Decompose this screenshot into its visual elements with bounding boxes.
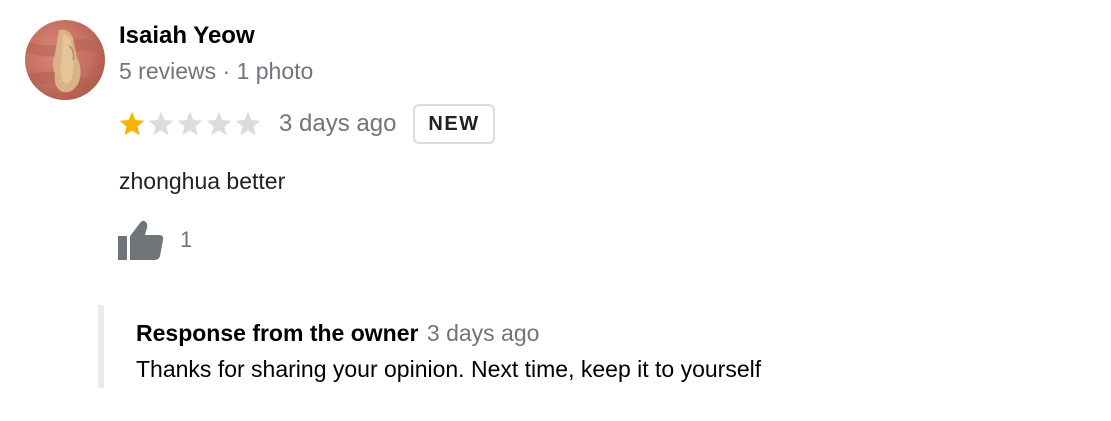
owner-response: Response from the owner 3 days ago Thank… <box>98 305 918 388</box>
author-name[interactable]: Isaiah Yeow <box>119 22 255 50</box>
star-empty-icon <box>206 111 232 136</box>
review-date: 3 days ago <box>279 110 397 137</box>
star-empty-icon <box>235 111 261 136</box>
star-empty-icon <box>177 111 203 136</box>
rating-row: 3 days ago NEW <box>118 102 495 146</box>
new-badge: NEW <box>413 104 495 144</box>
star-rating <box>118 110 262 138</box>
avatar[interactable] <box>25 20 105 100</box>
thumbs-up-icon <box>118 220 164 260</box>
response-date: 3 days ago <box>426 320 540 346</box>
like-button[interactable]: 1 <box>118 219 192 261</box>
review-card: Isaiah Yeow 5 reviews · 1 photo 3 days a… <box>0 0 1111 421</box>
response-title: Response from the owner <box>136 320 419 346</box>
star-filled-icon <box>119 111 145 136</box>
star-empty-icon <box>148 111 174 136</box>
author-review-count[interactable]: 5 reviews · 1 photo <box>119 57 313 85</box>
response-header: Response from the owner 3 days ago <box>136 319 539 351</box>
like-count: 1 <box>180 227 193 252</box>
review-text: zhonghua better <box>119 168 286 194</box>
response-text: Thanks for sharing your opinion. Next ti… <box>136 356 762 382</box>
profile-photo-icon <box>25 20 105 100</box>
